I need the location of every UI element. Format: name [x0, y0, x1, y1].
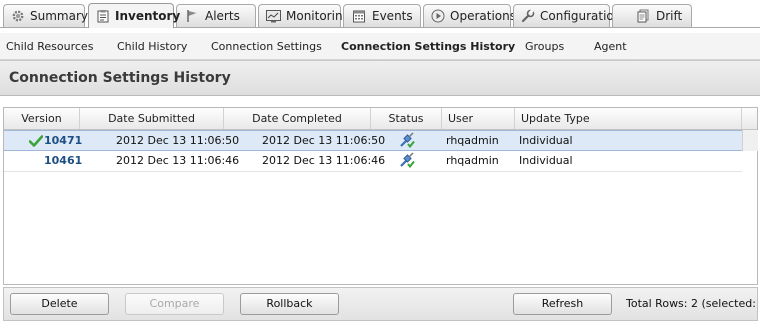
sub-tab-bar: Child Resources Child History Connection…	[0, 33, 760, 60]
tab-drift[interactable]: Drift	[612, 4, 692, 27]
update-type-cell: Individual	[519, 134, 573, 147]
document-stack-icon	[635, 8, 651, 24]
delete-button[interactable]: Delete	[10, 293, 109, 315]
clipboard-icon	[96, 8, 110, 24]
date-submitted-cell: 2012 Dec 13 11:06:46	[116, 154, 240, 167]
table-row[interactable]: 10471 2012 Dec 13 11:06:50 2012 Dec 13 1…	[4, 130, 742, 151]
tab-label: Monitoring	[286, 9, 351, 23]
subtab-connection-settings[interactable]: Connection Settings	[211, 40, 322, 53]
column-header-user[interactable]: User	[442, 108, 515, 129]
compare-button[interactable]: Compare	[125, 293, 224, 315]
tab-label: Drift	[656, 9, 683, 23]
refresh-button[interactable]: Refresh	[513, 293, 612, 315]
tab-label: Operations	[450, 9, 516, 23]
tab-operations[interactable]: Operations	[423, 4, 516, 27]
column-header-date-completed[interactable]: Date Completed	[224, 108, 371, 129]
rollback-button[interactable]: Rollback	[240, 293, 339, 315]
table-footer: Delete Compare Rollback Refresh Total Ro…	[3, 287, 760, 321]
tab-label: Events	[372, 9, 413, 23]
flag-icon	[184, 8, 200, 24]
monitor-chart-icon	[266, 8, 281, 24]
tab-configuration[interactable]: Configuration	[513, 4, 621, 27]
subtab-groups[interactable]: Groups	[525, 40, 564, 53]
date-completed-cell: 2012 Dec 13 11:06:50	[262, 134, 386, 147]
subtab-connection-settings-history[interactable]: Connection Settings History	[341, 40, 515, 53]
column-header-date-submitted[interactable]: Date Submitted	[80, 108, 224, 129]
column-header-status[interactable]: Status	[371, 108, 442, 129]
connection-success-icon	[399, 152, 415, 171]
user-cell: rhqadmin	[446, 134, 499, 147]
tab-summary[interactable]: Summary	[3, 4, 88, 27]
main-tab-bar: Summary Inventory Alerts Monitoring Even…	[0, 0, 760, 29]
update-type-cell: Individual	[519, 154, 573, 167]
tab-alerts[interactable]: Alerts	[176, 4, 256, 27]
checkmark-icon	[28, 132, 44, 151]
column-header-update-type[interactable]: Update Type	[515, 108, 742, 129]
date-completed-cell: 2012 Dec 13 11:06:46	[262, 154, 386, 167]
table-header: Version Date Submitted Date Completed St…	[4, 108, 757, 130]
tab-events[interactable]: Events	[343, 4, 421, 27]
column-header-version[interactable]: Version	[4, 108, 80, 129]
user-cell: rhqadmin	[446, 154, 499, 167]
subtab-child-resources[interactable]: Child Resources	[6, 40, 93, 53]
play-icon	[431, 8, 445, 24]
subtab-agent[interactable]: Agent	[594, 40, 627, 53]
tab-label: Alerts	[205, 9, 240, 23]
page-title: Connection Settings History	[9, 70, 231, 86]
history-table: Version Date Submitted Date Completed St…	[3, 107, 758, 285]
connection-success-icon	[399, 132, 415, 151]
version-link[interactable]: 10461	[44, 151, 82, 170]
version-link[interactable]: 10471	[44, 131, 82, 150]
tab-label: Inventory	[115, 9, 181, 23]
tab-label: Configuration	[540, 9, 622, 23]
tab-inventory[interactable]: Inventory	[88, 3, 180, 28]
wrench-icon	[521, 8, 535, 24]
header-scroll-corner	[742, 108, 757, 129]
date-submitted-cell: 2012 Dec 13 11:06:50	[116, 134, 240, 147]
tab-label: Summary	[30, 9, 88, 23]
scrollbar-track[interactable]	[742, 130, 758, 151]
subtab-child-history[interactable]: Child History	[117, 40, 187, 53]
page-title-bar: Connection Settings History	[0, 60, 760, 96]
tab-monitoring[interactable]: Monitoring	[258, 4, 350, 27]
table-row[interactable]: 10461 2012 Dec 13 11:06:46 2012 Dec 13 1…	[4, 151, 742, 172]
total-rows-label: Total Rows: 2 (selected: 1)	[626, 297, 760, 310]
gear-icon	[11, 8, 25, 24]
calendar-icon	[351, 8, 367, 24]
